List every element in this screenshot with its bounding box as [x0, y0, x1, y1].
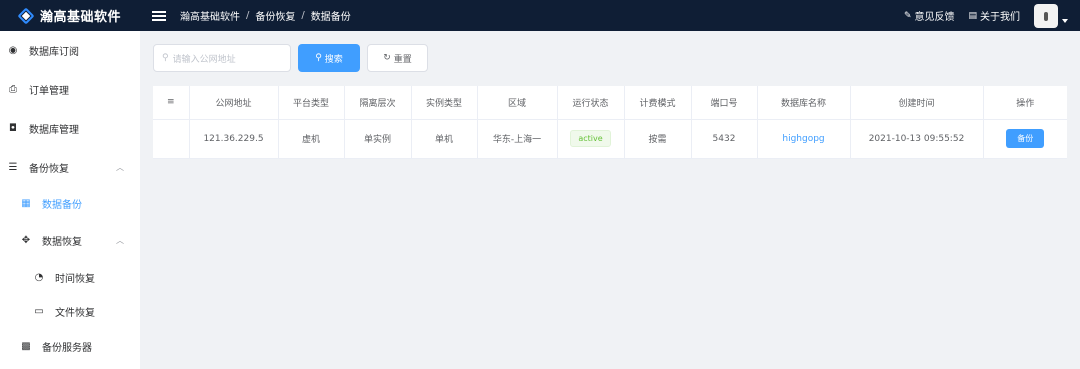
edit-icon: ✎ — [903, 10, 912, 21]
cell-platform: 虚机 — [278, 119, 345, 159]
app-title: 瀚高基础软件 — [40, 10, 122, 25]
move-icon: ✥ — [21, 234, 31, 246]
cell-status: active — [557, 119, 625, 159]
top-bar: 瀚高基础软件 瀚高基础软件 / 备份恢复 / 数据备份 ✎ 意见反馈 ▤ 关于我… — [0, 0, 1080, 31]
breadcrumb-item-backup[interactable]: 备份恢复 — [255, 8, 295, 23]
column-header: 端口号 — [691, 86, 758, 120]
backup-button[interactable]: 备份 — [1006, 129, 1045, 148]
sidebar-item-time-restore[interactable]: ◔ 时间恢复 — [0, 263, 140, 291]
breadcrumb-item-current: 数据备份 — [310, 12, 351, 23]
sidebar-item-orders[interactable]: ⎙ 订单管理 — [0, 75, 140, 103]
backup-table: ≡ 公网地址 平台类型 隔离层次 实例类型 区域 运行状态 计费模式 端口号 数… — [153, 86, 1067, 159]
sidebar-item-label: 订单管理 — [29, 85, 69, 97]
column-header: 操作 — [983, 86, 1067, 120]
sidebar-item-label: 备份服务器 — [42, 342, 92, 354]
main-content: ⚲ 请输入公网地址 ⚲ 搜索 ↻ 重置 ≡ 公网地址 平台类型 隔离层次 实例类… — [140, 31, 1080, 369]
table-header-row: ≡ 公网地址 平台类型 隔离层次 实例类型 区域 运行状态 计费模式 端口号 数… — [153, 86, 1067, 120]
status-badge: active — [570, 130, 611, 147]
column-header: 计费模式 — [624, 86, 692, 120]
column-header: 区域 — [477, 86, 558, 120]
column-menu-icon[interactable]: ≡ — [153, 86, 190, 120]
reset-button-label: 重置 — [393, 54, 412, 65]
feedback-link[interactable]: ✎ 意见反馈 — [903, 8, 955, 24]
search-button[interactable]: ⚲ 搜索 — [298, 44, 360, 72]
sidebar-item-label: 数据备份 — [42, 199, 82, 211]
column-header: 隔离层次 — [344, 86, 412, 120]
sidebar-item-db-management[interactable]: ◘ 数据库管理 — [0, 114, 140, 142]
feedback-label: 意见反馈 — [914, 12, 955, 23]
cell-billing: 按需 — [624, 119, 692, 159]
refresh-icon: ↻ — [383, 53, 391, 63]
column-header: 创建时间 — [850, 86, 984, 120]
logo-icon — [17, 7, 35, 24]
db-name-link[interactable]: highgopg — [782, 134, 824, 144]
sidebar-item-data-restore[interactable]: ✥ 数据恢复 ︿ — [0, 226, 140, 254]
document-icon: ▤ — [968, 10, 977, 21]
avatar[interactable] — [1034, 3, 1058, 28]
dashboard-icon: ◉ — [8, 44, 18, 56]
about-label: 关于我们 — [980, 12, 1020, 23]
column-header: 平台类型 — [278, 86, 345, 120]
menu-toggle-icon[interactable] — [152, 9, 166, 23]
app-logo[interactable]: 瀚高基础软件 — [0, 0, 140, 31]
order-icon: ⎙ — [9, 83, 17, 95]
sidebar-item-label: 数据恢复 — [42, 236, 82, 248]
column-header: 数据库名称 — [757, 86, 851, 120]
sidebar-item-label: 备份恢复 — [29, 163, 69, 175]
breadcrumb-separator: / — [301, 10, 305, 21]
server-icon: ▩ — [21, 340, 31, 352]
table-row: 121.36.229.5 虚机 单实例 单机 华东-上海一 active 按需 … — [153, 119, 1067, 159]
reset-button[interactable]: ↻ 重置 — [367, 44, 428, 72]
sidebar-item-file-restore[interactable]: ▭ 文件恢复 — [0, 297, 140, 325]
cell-isolation: 单实例 — [344, 119, 412, 159]
column-header: 实例类型 — [411, 86, 478, 120]
breadcrumb: 瀚高基础软件 / 备份恢复 / 数据备份 — [180, 8, 351, 23]
sidebar: ◉ 数据库订阅 ⎙ 订单管理 ◘ 数据库管理 ☰ 备份恢复 ︿ ▦ 数据备份 ✥… — [0, 31, 140, 369]
cell-instance-type: 单机 — [411, 119, 478, 159]
sidebar-item-data-backup[interactable]: ▦ 数据备份 — [0, 189, 140, 217]
sidebar-item-backup-server[interactable]: ▩ 备份服务器 — [0, 332, 140, 360]
search-icon: ⚲ — [315, 53, 322, 63]
search-input[interactable]: ⚲ 请输入公网地址 — [153, 44, 291, 72]
cell-ip: 121.36.229.5 — [189, 119, 279, 159]
sidebar-item-backup-restore[interactable]: ☰ 备份恢复 ︿ — [0, 153, 140, 181]
sidebar-item-label: 文件恢复 — [55, 307, 95, 319]
grid-icon: ▦ — [21, 197, 31, 209]
sidebar-item-label: 时间恢复 — [55, 273, 95, 285]
sidebar-item-db-subscription[interactable]: ◉ 数据库订阅 — [0, 36, 140, 64]
file-icon: ▭ — [34, 305, 44, 317]
clock-icon: ◔ — [34, 271, 44, 283]
chevron-up-icon: ︿ — [116, 235, 124, 245]
sidebar-item-label: 数据库订阅 — [29, 46, 79, 58]
search-icon: ⚲ — [162, 53, 169, 63]
breadcrumb-separator: / — [246, 10, 250, 21]
caret-down-icon[interactable] — [1062, 18, 1068, 23]
cell-action: 备份 — [983, 119, 1067, 159]
cell-db-name: highgopg — [757, 119, 851, 159]
backup-icon: ☰ — [8, 161, 18, 173]
cell-created: 2021-10-13 09:55:52 — [850, 119, 984, 159]
column-header: 公网地址 — [189, 86, 279, 120]
search-placeholder: 请输入公网地址 — [172, 54, 236, 65]
about-link[interactable]: ▤ 关于我们 — [968, 8, 1020, 24]
sidebar-item-label: 数据库管理 — [29, 124, 79, 136]
column-header: 运行状态 — [557, 86, 625, 120]
cell-port: 5432 — [691, 119, 758, 159]
search-button-label: 搜索 — [324, 54, 343, 65]
database-icon: ◘ — [9, 122, 17, 134]
chevron-up-icon: ︿ — [116, 162, 124, 172]
breadcrumb-item-root[interactable]: 瀚高基础软件 — [180, 8, 240, 23]
cell-region: 华东-上海一 — [477, 119, 558, 159]
table-cell-empty — [153, 119, 190, 159]
